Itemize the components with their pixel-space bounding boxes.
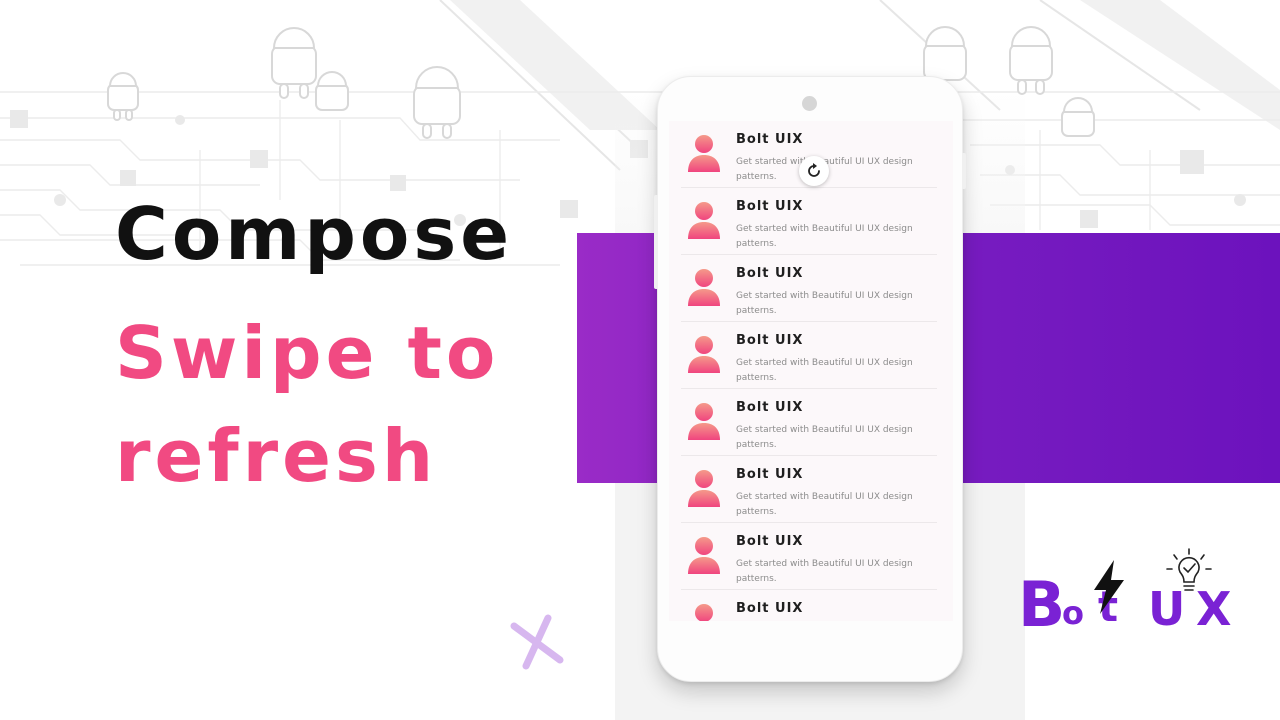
item-subtitle: Get started with Beautiful UI UX design … (736, 425, 913, 450)
item-list[interactable]: Bolt UIX Get started with Beautiful UI UX… (669, 121, 953, 621)
item-subtitle: Get started with Beautiful UI UX design … (736, 559, 913, 584)
item-title: Bolt UIX (736, 199, 804, 214)
item-title: Bolt UIX (736, 534, 804, 549)
list-item[interactable]: Bolt UIXGet started with Beautiful UI UX… (681, 590, 937, 621)
cross-icon (510, 614, 564, 670)
list-item[interactable]: Bolt UIX Get started with Beautiful UI UX… (681, 322, 937, 389)
headline-refresh: refresh (115, 414, 438, 498)
list-item[interactable]: Bolt UIX Get started with Beautiful UI UX… (681, 456, 937, 523)
list-item[interactable]: Bolt UIX Get started with Beautiful UI UX… (681, 255, 937, 322)
item-title: Bolt UIX (736, 132, 804, 147)
user-avatar-icon (688, 202, 720, 239)
user-avatar-icon (688, 537, 720, 574)
refresh-indicator (799, 156, 829, 186)
item-title: Bolt UIX (736, 467, 804, 482)
logo-letter-b: B (1018, 568, 1066, 641)
item-title: Bolt UIX (736, 266, 804, 281)
phone-side-button (654, 195, 658, 289)
phone-screen[interactable]: Bolt UIX Get started with Beautiful UI UX… (669, 121, 953, 621)
user-avatar-icon (688, 336, 720, 373)
item-title: Bolt UIX (736, 601, 804, 616)
item-subtitle: Get started with Beautiful UI UX design … (736, 492, 913, 517)
item-subtitle: Get started with Beautiful UI UX design … (736, 224, 913, 249)
headline-compose: Compose (115, 192, 514, 276)
list-item[interactable]: Bolt UIX Get started with Beautiful UI UX… (681, 523, 937, 590)
list-item[interactable]: Bolt UIX Get started with Beautiful UI UX… (681, 389, 937, 456)
phone-camera (802, 96, 817, 111)
item-subtitle: Get started with Beautiful UI UX design … (736, 157, 913, 182)
list-item[interactable]: Bolt UIX Get started with Beautiful UI UX… (681, 188, 937, 255)
phone-power-button (962, 153, 966, 189)
user-avatar-icon (688, 269, 720, 306)
user-avatar-icon (695, 604, 713, 621)
user-avatar-icon (688, 403, 720, 440)
bolt-uix-logo: B o t U X (1018, 546, 1248, 641)
item-title: Bolt UIX (736, 400, 804, 415)
item-subtitle: Get started with Beautiful UI UX design … (736, 358, 913, 383)
user-avatar-icon (688, 135, 720, 172)
user-avatar-icon (688, 470, 720, 507)
item-title: Bolt UIX (736, 333, 804, 348)
logo-letter-u: U (1148, 582, 1186, 636)
refresh-icon (808, 163, 820, 177)
logo-letter-o: o (1062, 594, 1084, 632)
headline-swipe-to: Swipe to (115, 311, 500, 395)
logo-letter-x: X (1196, 582, 1232, 636)
item-subtitle: Get started with Beautiful UI UX design … (736, 291, 913, 316)
lightning-bolt-icon (1094, 560, 1124, 614)
phone-mockup: Bolt UIX Get started with Beautiful UI UX… (654, 76, 966, 682)
